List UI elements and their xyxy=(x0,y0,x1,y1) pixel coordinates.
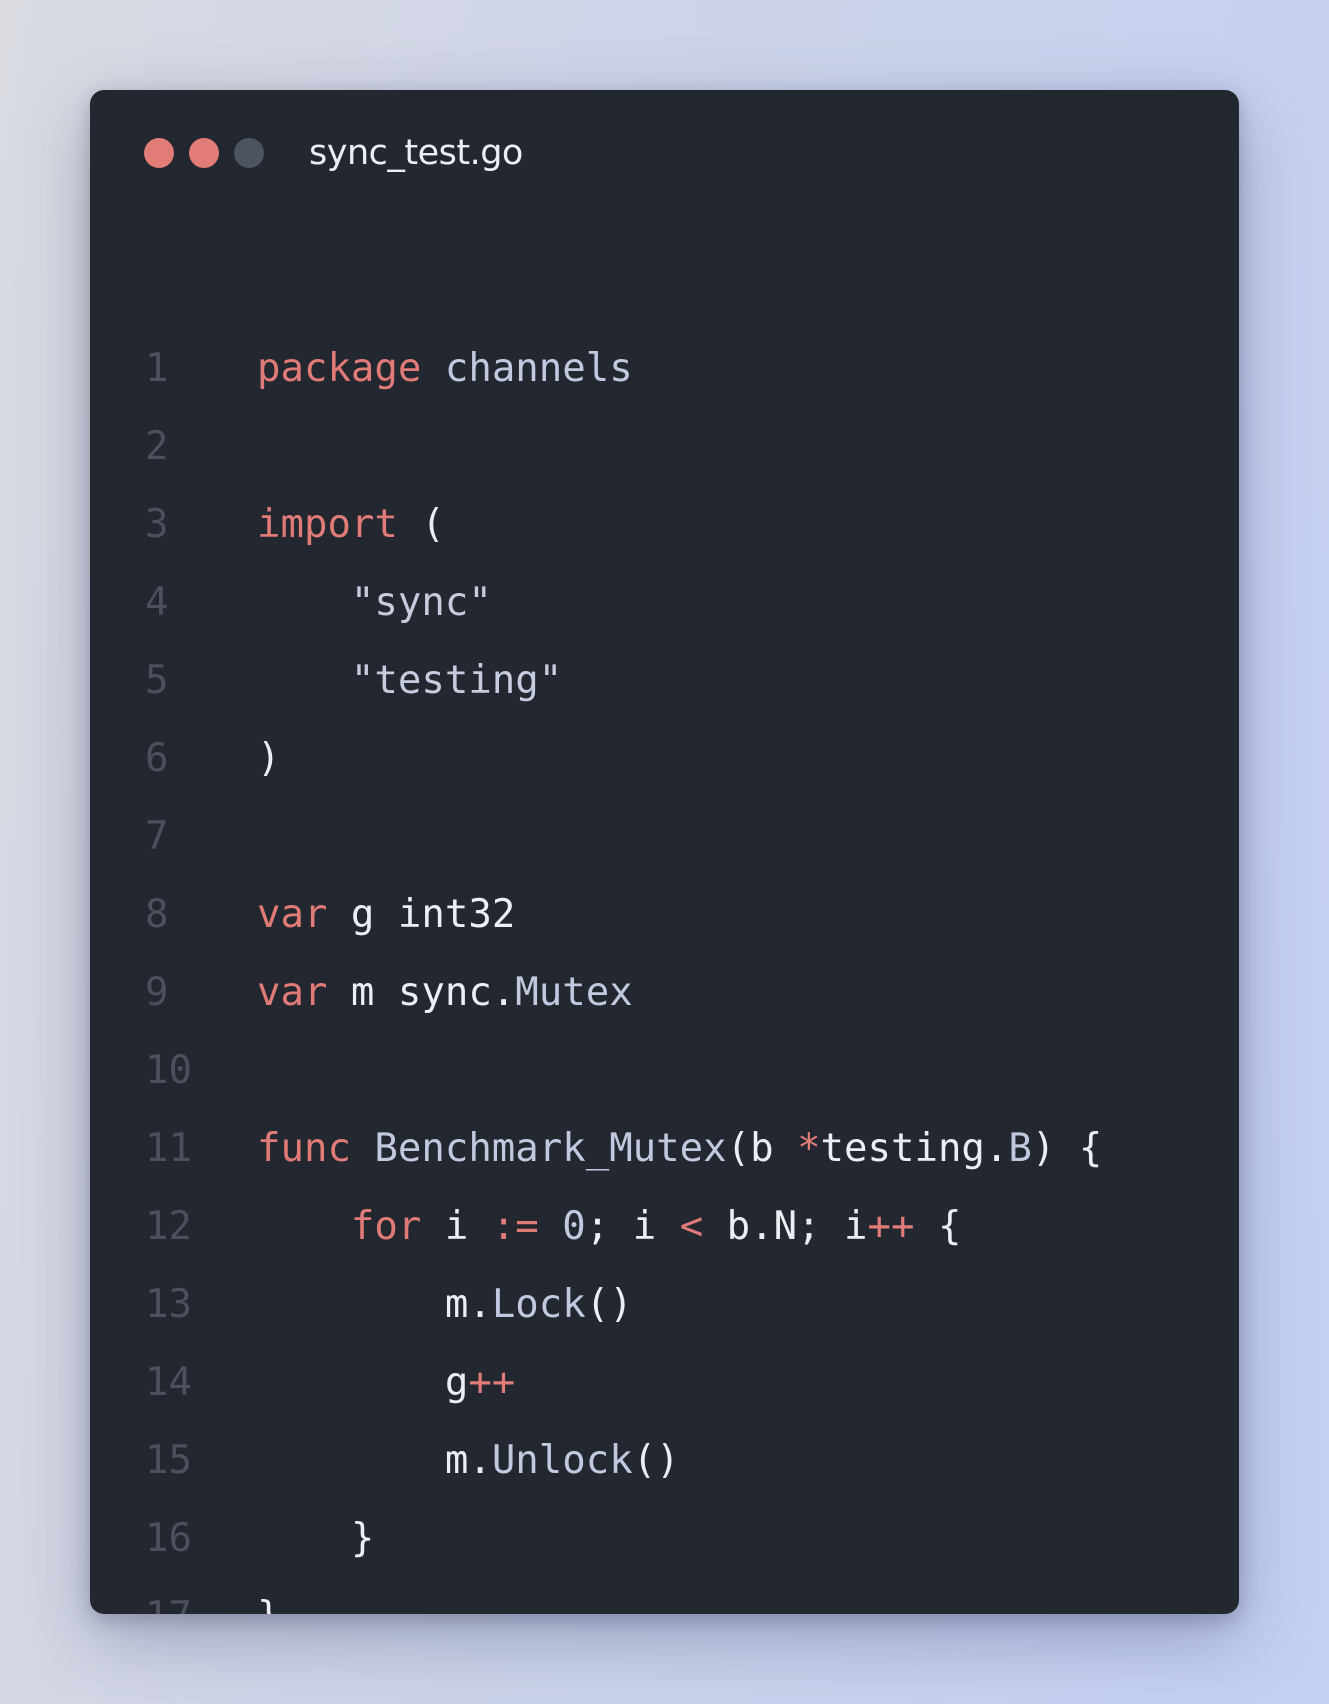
code-text: func Benchmark_Mutex(b *testing.B) { xyxy=(257,1110,1102,1188)
code-line: 2 xyxy=(90,408,1239,486)
code-token: ; i xyxy=(585,1204,680,1249)
line-number: 9 xyxy=(145,970,169,1015)
code-text: m.Lock() xyxy=(257,1266,633,1344)
line-number: 8 xyxy=(145,892,169,937)
code-token: (b xyxy=(726,1126,798,1171)
code-token: } xyxy=(257,1594,280,1614)
code-token: Mutex xyxy=(515,970,633,1015)
code-window: sync_test.go 1 package channels 2 3 import (… xyxy=(90,90,1239,1614)
code-token: { xyxy=(914,1204,962,1249)
code-token: ++ xyxy=(867,1204,915,1249)
line-number: 3 xyxy=(145,502,169,547)
code-token: i xyxy=(421,1204,492,1249)
code-token: Lock xyxy=(491,1282,586,1327)
code-token: b.N; i xyxy=(703,1204,868,1249)
code-line: 10 xyxy=(90,1032,1239,1110)
code-line: 14 g++ xyxy=(90,1344,1239,1422)
window-titlebar: sync_test.go xyxy=(90,90,1239,220)
line-number: 12 xyxy=(145,1204,192,1249)
line-number: 10 xyxy=(145,1048,192,1093)
code-token: m sync. xyxy=(327,970,516,1015)
code-line: 1 package channels xyxy=(90,330,1239,408)
line-number: 17 xyxy=(145,1578,192,1614)
code-token: ( xyxy=(397,502,445,547)
code-text: import ( xyxy=(257,486,445,564)
line-number: 15 xyxy=(145,1438,192,1483)
code-line: 3 import ( xyxy=(90,486,1239,564)
code-line: 15 m.Unlock() xyxy=(90,1422,1239,1500)
code-token: m. xyxy=(257,1438,492,1483)
code-token: func xyxy=(257,1126,351,1171)
code-token: B xyxy=(1008,1126,1032,1171)
code-text: g++ xyxy=(257,1344,515,1422)
code-text: "testing" xyxy=(257,642,562,720)
code-token: testing. xyxy=(820,1126,1009,1171)
line-number: 14 xyxy=(145,1360,192,1405)
code-line: 17} xyxy=(90,1578,1239,1614)
zoom-dot[interactable] xyxy=(234,138,264,168)
code-line: 7 xyxy=(90,798,1239,876)
line-number: 6 xyxy=(145,736,169,781)
code-text: ) xyxy=(257,720,280,798)
code-line: 5 "testing" xyxy=(90,642,1239,720)
code-text: package channels xyxy=(257,330,633,408)
code-token: Unlock xyxy=(491,1438,633,1483)
code-line: 4 "sync" xyxy=(90,564,1239,642)
line-number: 11 xyxy=(145,1126,192,1171)
minimize-dot[interactable] xyxy=(189,138,219,168)
code-text: var m sync.Mutex xyxy=(257,954,633,1032)
line-number: 5 xyxy=(145,658,169,703)
code-token: "sync" xyxy=(350,580,492,625)
code-line: 9 var m sync.Mutex xyxy=(90,954,1239,1032)
code-token: package xyxy=(257,346,422,391)
code-text: } xyxy=(257,1578,280,1614)
code-token: 0 xyxy=(562,1204,586,1249)
line-number: 16 xyxy=(145,1516,192,1561)
close-dot[interactable] xyxy=(144,138,174,168)
code-token: import xyxy=(257,502,398,547)
code-token: "testing" xyxy=(350,658,563,703)
code-token: ++ xyxy=(468,1360,516,1405)
line-number: 13 xyxy=(145,1282,192,1327)
code-token: g int32 xyxy=(327,892,516,937)
code-token: Benchmark_Mutex xyxy=(374,1126,727,1171)
code-token: var xyxy=(257,892,328,937)
code-token: m. xyxy=(257,1282,492,1327)
code-line: 11 func Benchmark_Mutex(b *testing.B) { xyxy=(90,1110,1239,1188)
code-text: m.Unlock() xyxy=(257,1422,680,1500)
line-number: 4 xyxy=(145,580,169,625)
code-line: 12 for i := 0; i < b.N; i++ { xyxy=(90,1188,1239,1266)
code-token: < xyxy=(679,1204,704,1249)
line-number: 2 xyxy=(145,424,169,469)
line-number: 1 xyxy=(145,346,169,391)
code-text: } xyxy=(257,1500,375,1578)
code-text: "sync" xyxy=(257,564,492,642)
code-token: var xyxy=(257,970,328,1015)
code-token: () xyxy=(585,1282,633,1327)
code-token: () xyxy=(632,1438,680,1483)
code-line: 6) xyxy=(90,720,1239,798)
code-token: := xyxy=(491,1204,539,1249)
code-line: 16 } xyxy=(90,1500,1239,1578)
code-token: g xyxy=(257,1360,469,1405)
line-number: 7 xyxy=(145,814,169,859)
code-line: 13 m.Lock() xyxy=(90,1266,1239,1344)
code-token: for xyxy=(350,1204,422,1249)
code-token: * xyxy=(797,1126,821,1171)
code-text: for i := 0; i < b.N; i++ { xyxy=(257,1188,962,1266)
code-token: channels xyxy=(444,346,633,391)
code-token: } xyxy=(257,1516,375,1561)
code-token: ) { xyxy=(1031,1126,1103,1171)
file-name: sync_test.go xyxy=(309,133,523,173)
code-text: var g int32 xyxy=(257,876,515,954)
code-token: ) xyxy=(257,736,281,781)
code-line: 8 var g int32 xyxy=(90,876,1239,954)
